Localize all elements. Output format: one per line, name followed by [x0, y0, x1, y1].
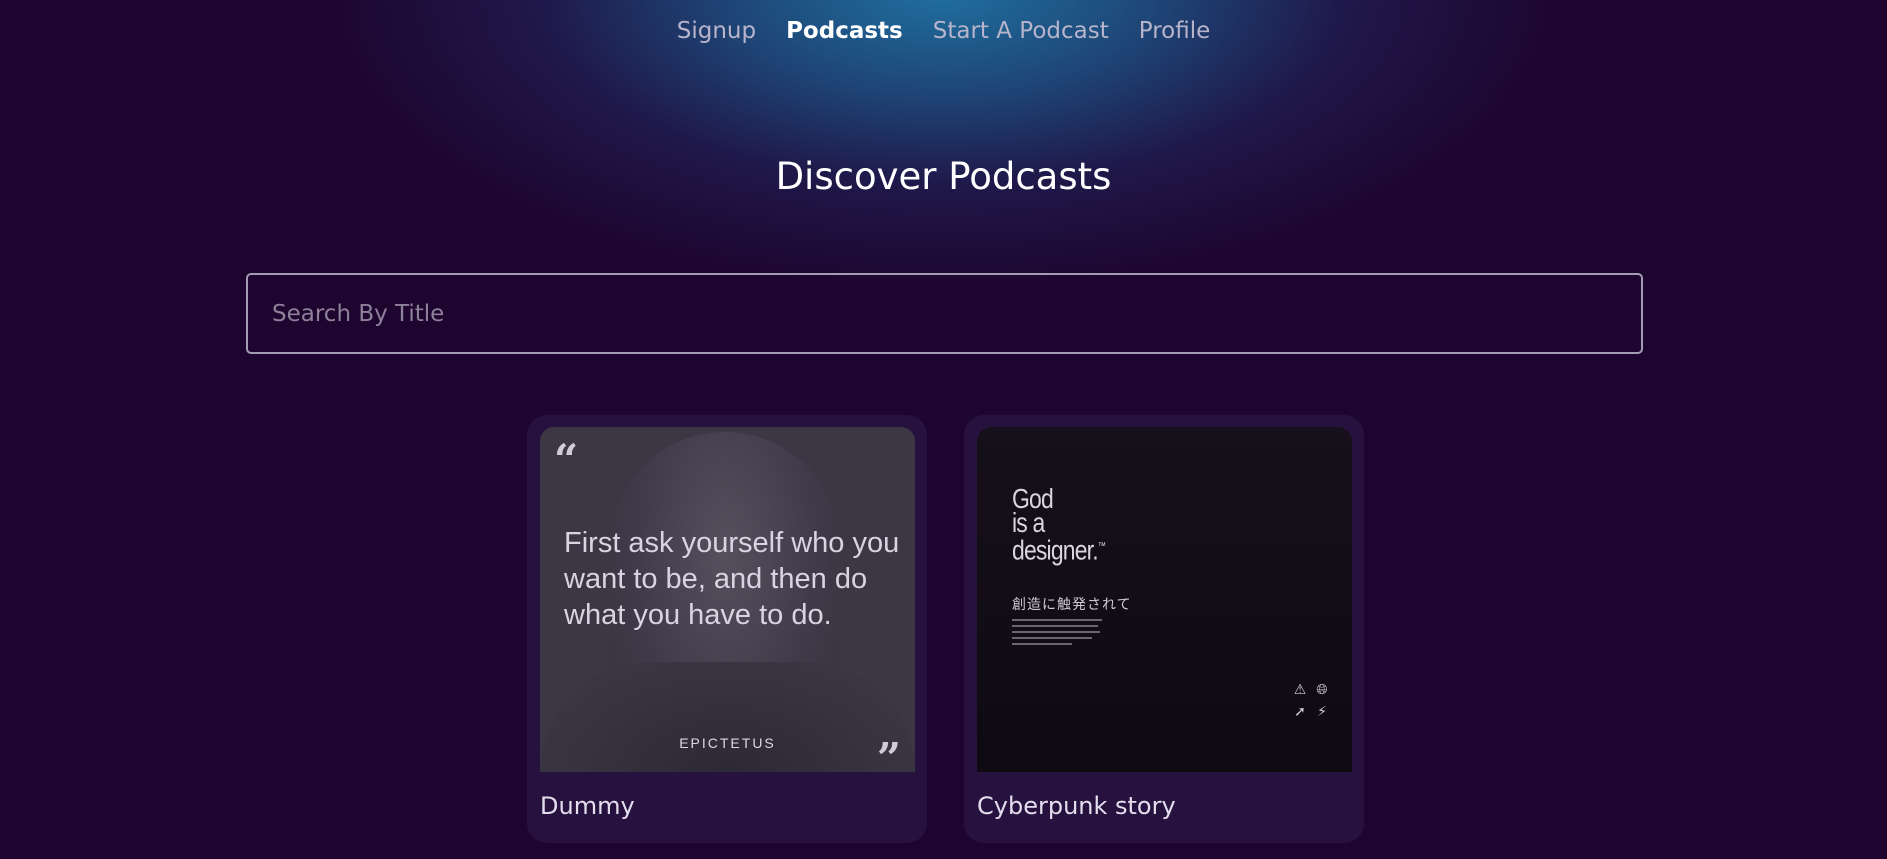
podcast-card-dummy[interactable]: “ First ask yourself who you want to be,…	[527, 415, 927, 843]
nav-signup[interactable]: Signup	[677, 18, 756, 44]
nav-podcasts[interactable]: Podcasts	[786, 18, 903, 44]
close-quote-icon: ”	[876, 734, 901, 773]
podcast-title: Cyberpunk story	[977, 792, 1176, 820]
top-nav: Signup Podcasts Start A Podcast Profile	[0, 18, 1887, 44]
bust-shoulders	[540, 662, 915, 772]
podcast-cover-image: God is a designer.™ 創造に触発されて ⚠ 🌐︎ ➚ ⚡︎	[977, 427, 1352, 772]
cursor-icon: ➚	[1294, 704, 1306, 720]
cover-quote-text: First ask yourself who you want to be, a…	[564, 527, 900, 631]
podcast-card-cyberpunk-story[interactable]: God is a designer.™ 創造に触発されて ⚠ 🌐︎ ➚ ⚡︎ C…	[964, 415, 1364, 843]
nav-profile[interactable]: Profile	[1139, 18, 1211, 44]
trademark-mark: ™	[1097, 541, 1106, 552]
poster-headline-line: is a	[1012, 507, 1045, 538]
poster-headline-line: designer.™	[1012, 534, 1106, 566]
warning-icon: ⚠	[1293, 682, 1307, 698]
podcast-grid: “ First ask yourself who you want to be,…	[527, 415, 1364, 843]
cover-quote-author: EPICTETUS	[679, 735, 776, 751]
poster-japanese-text: 創造に触発されて	[1012, 597, 1132, 613]
poster-fine-print	[1012, 619, 1102, 649]
podcast-cover-image: “ First ask yourself who you want to be,…	[540, 427, 915, 772]
poster-headline: God is a designer.™	[1012, 485, 1106, 566]
globe-icon: 🌐︎	[1316, 682, 1328, 698]
nav-start-a-podcast[interactable]: Start A Podcast	[933, 18, 1109, 44]
bolt-icon: ⚡︎	[1317, 704, 1327, 720]
poster-headline-word: designer.	[1012, 534, 1099, 566]
podcast-title: Dummy	[540, 792, 635, 820]
poster-icon-grid: ⚠ 🌐︎ ➚ ⚡︎	[1292, 682, 1330, 720]
page-title: Discover Podcasts	[775, 155, 1112, 198]
search-input[interactable]	[246, 273, 1643, 354]
open-quote-icon: “	[554, 435, 579, 484]
